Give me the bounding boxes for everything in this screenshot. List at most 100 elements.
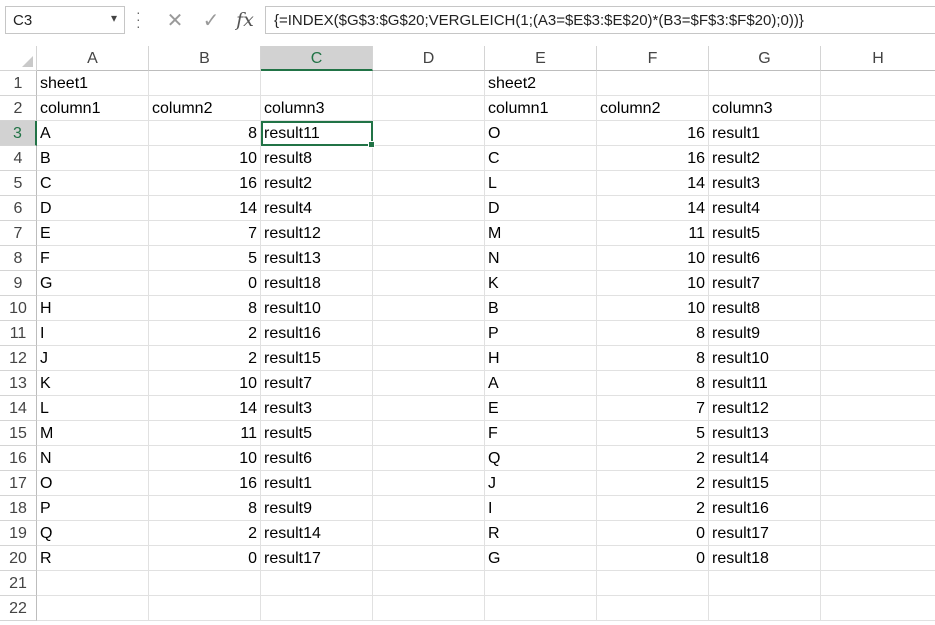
cell-f10[interactable]: 10: [597, 296, 709, 321]
row-header-19[interactable]: 19: [0, 521, 37, 546]
column-header-g[interactable]: G: [709, 46, 821, 71]
cell-g14[interactable]: result12: [709, 396, 821, 421]
cell-g22[interactable]: [709, 596, 821, 621]
select-all-button[interactable]: [0, 46, 37, 71]
cell-g16[interactable]: result14: [709, 446, 821, 471]
cell-f20[interactable]: 0: [597, 546, 709, 571]
cell-b6[interactable]: 14: [149, 196, 261, 221]
row-header-17[interactable]: 17: [0, 471, 37, 496]
cell-h15[interactable]: [821, 421, 935, 446]
cell-h14[interactable]: [821, 396, 935, 421]
column-header-h[interactable]: H: [821, 46, 935, 71]
cell-d12[interactable]: [373, 346, 485, 371]
cell-h20[interactable]: [821, 546, 935, 571]
cell-a4[interactable]: B: [37, 146, 149, 171]
cell-h17[interactable]: [821, 471, 935, 496]
cell-e3[interactable]: O: [485, 121, 597, 146]
cell-c20[interactable]: result17: [261, 546, 373, 571]
row-header-5[interactable]: 5: [0, 171, 37, 196]
cell-g2[interactable]: column3: [709, 96, 821, 121]
cell-f7[interactable]: 11: [597, 221, 709, 246]
cell-d20[interactable]: [373, 546, 485, 571]
row-header-2[interactable]: 2: [0, 96, 37, 121]
cell-g11[interactable]: result9: [709, 321, 821, 346]
cell-c12[interactable]: result15: [261, 346, 373, 371]
cell-g5[interactable]: result3: [709, 171, 821, 196]
cell-h13[interactable]: [821, 371, 935, 396]
cell-a19[interactable]: Q: [37, 521, 149, 546]
cell-c2[interactable]: column3: [261, 96, 373, 121]
cell-e9[interactable]: K: [485, 271, 597, 296]
name-box[interactable]: C3 ▾: [5, 6, 125, 34]
cell-h18[interactable]: [821, 496, 935, 521]
cell-b13[interactable]: 10: [149, 371, 261, 396]
row-header-7[interactable]: 7: [0, 221, 37, 246]
cell-e11[interactable]: P: [485, 321, 597, 346]
cell-b4[interactable]: 10: [149, 146, 261, 171]
row-header-1[interactable]: 1: [0, 71, 37, 96]
cell-g19[interactable]: result17: [709, 521, 821, 546]
cell-a15[interactable]: M: [37, 421, 149, 446]
cell-e1[interactable]: sheet2: [485, 71, 597, 96]
cell-g17[interactable]: result15: [709, 471, 821, 496]
cell-e10[interactable]: B: [485, 296, 597, 321]
cell-b9[interactable]: 0: [149, 271, 261, 296]
row-header-16[interactable]: 16: [0, 446, 37, 471]
cell-c5[interactable]: result2: [261, 171, 373, 196]
cell-b7[interactable]: 7: [149, 221, 261, 246]
row-header-15[interactable]: 15: [0, 421, 37, 446]
cell-a17[interactable]: O: [37, 471, 149, 496]
cell-h12[interactable]: [821, 346, 935, 371]
cell-a13[interactable]: K: [37, 371, 149, 396]
cell-b14[interactable]: 14: [149, 396, 261, 421]
cell-d2[interactable]: [373, 96, 485, 121]
cell-h22[interactable]: [821, 596, 935, 621]
cell-c1[interactable]: [261, 71, 373, 96]
cell-h8[interactable]: [821, 246, 935, 271]
cell-e21[interactable]: [485, 571, 597, 596]
cell-c21[interactable]: [261, 571, 373, 596]
cell-e20[interactable]: G: [485, 546, 597, 571]
cell-h1[interactable]: [821, 71, 935, 96]
column-header-c[interactable]: C: [261, 46, 373, 71]
check-icon[interactable]: ✓: [196, 6, 226, 34]
cell-d11[interactable]: [373, 321, 485, 346]
column-header-f[interactable]: F: [597, 46, 709, 71]
cell-f2[interactable]: column2: [597, 96, 709, 121]
cell-c18[interactable]: result9: [261, 496, 373, 521]
cell-c10[interactable]: result10: [261, 296, 373, 321]
cell-f1[interactable]: [597, 71, 709, 96]
cell-a21[interactable]: [37, 571, 149, 596]
cell-g9[interactable]: result7: [709, 271, 821, 296]
cell-c13[interactable]: result7: [261, 371, 373, 396]
cell-b1[interactable]: [149, 71, 261, 96]
cell-a18[interactable]: P: [37, 496, 149, 521]
column-header-b[interactable]: B: [149, 46, 261, 71]
cell-f22[interactable]: [597, 596, 709, 621]
cell-e13[interactable]: A: [485, 371, 597, 396]
cell-f3[interactable]: 16: [597, 121, 709, 146]
cell-e8[interactable]: N: [485, 246, 597, 271]
cell-b3[interactable]: 8: [149, 121, 261, 146]
row-header-21[interactable]: 21: [0, 571, 37, 596]
cell-f6[interactable]: 14: [597, 196, 709, 221]
cell-d1[interactable]: [373, 71, 485, 96]
cell-g1[interactable]: [709, 71, 821, 96]
row-header-9[interactable]: 9: [0, 271, 37, 296]
cell-h9[interactable]: [821, 271, 935, 296]
cell-h16[interactable]: [821, 446, 935, 471]
cell-g20[interactable]: result18: [709, 546, 821, 571]
cell-b15[interactable]: 11: [149, 421, 261, 446]
cell-b10[interactable]: 8: [149, 296, 261, 321]
cell-g18[interactable]: result16: [709, 496, 821, 521]
cell-f11[interactable]: 8: [597, 321, 709, 346]
cell-e19[interactable]: R: [485, 521, 597, 546]
close-icon[interactable]: ✕: [160, 6, 190, 34]
cell-d19[interactable]: [373, 521, 485, 546]
cell-e2[interactable]: column1: [485, 96, 597, 121]
cell-e16[interactable]: Q: [485, 446, 597, 471]
row-header-8[interactable]: 8: [0, 246, 37, 271]
cell-a6[interactable]: D: [37, 196, 149, 221]
cell-a1[interactable]: sheet1: [37, 71, 149, 96]
cell-h3[interactable]: [821, 121, 935, 146]
